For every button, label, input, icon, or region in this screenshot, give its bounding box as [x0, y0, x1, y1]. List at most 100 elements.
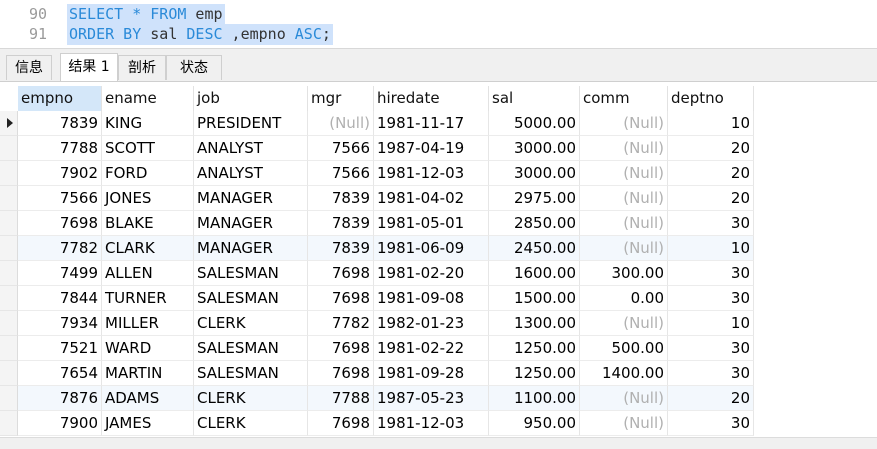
cell-mgr[interactable]: 7566	[308, 136, 374, 161]
cell-job[interactable]: SALESMAN	[194, 361, 308, 386]
cell-hiredate[interactable]: 1981-12-03	[374, 411, 489, 436]
cell-hiredate[interactable]: 1981-02-22	[374, 336, 489, 361]
cell-deptno[interactable]: 30	[668, 211, 754, 236]
cell-job[interactable]: ANALYST	[194, 161, 308, 186]
cell-comm[interactable]: (Null)	[580, 411, 668, 436]
cell-job[interactable]: SALESMAN	[194, 336, 308, 361]
cell-sal[interactable]: 2450.00	[489, 236, 580, 261]
cell-comm[interactable]: (Null)	[580, 311, 668, 336]
cell-empno[interactable]: 7844	[18, 286, 102, 311]
cell-hiredate[interactable]: 1987-04-19	[374, 136, 489, 161]
row-marker[interactable]	[0, 386, 18, 411]
column-header-job[interactable]: job	[194, 86, 308, 111]
cell-hiredate[interactable]: 1981-09-08	[374, 286, 489, 311]
cell-deptno[interactable]: 20	[668, 186, 754, 211]
column-header-comm[interactable]: comm	[580, 86, 668, 111]
cell-ename[interactable]: TURNER	[102, 286, 194, 311]
cell-deptno[interactable]: 20	[668, 136, 754, 161]
cell-sal[interactable]: 3000.00	[489, 136, 580, 161]
cell-deptno[interactable]: 20	[668, 161, 754, 186]
cell-empno[interactable]: 7902	[18, 161, 102, 186]
code-line-91[interactable]: 91 ORDER BY sal DESC ,empno ASC;	[0, 24, 333, 45]
cell-ename[interactable]: MILLER	[102, 311, 194, 336]
cell-deptno[interactable]: 30	[668, 336, 754, 361]
cell-deptno[interactable]: 30	[668, 361, 754, 386]
cell-deptno[interactable]: 10	[668, 311, 754, 336]
cell-hiredate[interactable]: 1981-04-02	[374, 186, 489, 211]
cell-mgr[interactable]: 7698	[308, 261, 374, 286]
cell-hiredate[interactable]: 1981-06-09	[374, 236, 489, 261]
cell-ename[interactable]: CLARK	[102, 236, 194, 261]
column-header-mgr[interactable]: mgr	[308, 86, 374, 111]
cell-mgr[interactable]: 7698	[308, 336, 374, 361]
cell-empno[interactable]: 7934	[18, 311, 102, 336]
cell-empno[interactable]: 7654	[18, 361, 102, 386]
table-row[interactable]: 7876 ADAMS CLERK 7788 1987-05-23 1100.00 (Null…	[0, 386, 877, 411]
tab-result-1[interactable]: 结果 1	[60, 53, 118, 81]
table-row[interactable]: 7844 TURNER SALESMAN 7698 1981-09-08 1500.00 0…	[0, 286, 877, 311]
cell-deptno[interactable]: 30	[668, 286, 754, 311]
cell-sal[interactable]: 1250.00	[489, 361, 580, 386]
cell-deptno[interactable]: 30	[668, 411, 754, 436]
cell-hiredate[interactable]: 1987-05-23	[374, 386, 489, 411]
row-marker[interactable]	[0, 236, 18, 261]
table-row[interactable]: 7566 JONES MANAGER 7839 1981-04-02 2975.00 (Nu…	[0, 186, 877, 211]
cell-ename[interactable]: MARTIN	[102, 361, 194, 386]
cell-ename[interactable]: FORD	[102, 161, 194, 186]
tab-profile[interactable]: 剖析	[118, 55, 166, 80]
cell-sal[interactable]: 1300.00	[489, 311, 580, 336]
cell-sal[interactable]: 3000.00	[489, 161, 580, 186]
cell-ename[interactable]: ADAMS	[102, 386, 194, 411]
sql-editor[interactable]: 90 SELECT * FROM emp 91 ORDER BY sal DESC …	[0, 0, 877, 48]
row-marker[interactable]	[0, 186, 18, 211]
cell-sal[interactable]: 950.00	[489, 411, 580, 436]
cell-ename[interactable]: SCOTT	[102, 136, 194, 161]
cell-sal[interactable]: 1600.00	[489, 261, 580, 286]
row-marker[interactable]	[0, 211, 18, 236]
cell-ename[interactable]: KING	[102, 111, 194, 136]
cell-empno[interactable]: 7521	[18, 336, 102, 361]
table-row[interactable]: 7839 KING PRESIDENT (Null) 1981-11-17 5000.00…	[0, 111, 877, 136]
table-row[interactable]: 7782 CLARK MANAGER 7839 1981-06-09 2450.00 (Nu…	[0, 236, 877, 261]
row-marker[interactable]	[0, 261, 18, 286]
cell-job[interactable]: CLERK	[194, 311, 308, 336]
cell-job[interactable]: SALESMAN	[194, 286, 308, 311]
column-header-ename[interactable]: ename	[102, 86, 194, 111]
row-marker[interactable]	[0, 161, 18, 186]
cell-comm[interactable]: (Null)	[580, 211, 668, 236]
cell-mgr[interactable]: 7788	[308, 386, 374, 411]
cell-ename[interactable]: WARD	[102, 336, 194, 361]
cell-job[interactable]: MANAGER	[194, 236, 308, 261]
cell-comm[interactable]: 500.00	[580, 336, 668, 361]
table-row[interactable]: 7934 MILLER CLERK 7782 1982-01-23 1300.00 (Nul…	[0, 311, 877, 336]
cell-empno[interactable]: 7782	[18, 236, 102, 261]
row-marker[interactable]	[0, 111, 18, 136]
cell-comm[interactable]: (Null)	[580, 236, 668, 261]
tab-info[interactable]: 信息	[6, 55, 52, 80]
cell-comm[interactable]: (Null)	[580, 161, 668, 186]
cell-sal[interactable]: 2975.00	[489, 186, 580, 211]
row-marker[interactable]	[0, 286, 18, 311]
cell-mgr[interactable]: 7782	[308, 311, 374, 336]
tab-status[interactable]: 状态	[166, 55, 222, 80]
cell-comm[interactable]: (Null)	[580, 186, 668, 211]
cell-job[interactable]: CLERK	[194, 386, 308, 411]
cell-empno[interactable]: 7839	[18, 111, 102, 136]
cell-mgr[interactable]: (Null)	[308, 111, 374, 136]
cell-hiredate[interactable]: 1981-12-03	[374, 161, 489, 186]
cell-ename[interactable]: ALLEN	[102, 261, 194, 286]
cell-comm[interactable]: (Null)	[580, 386, 668, 411]
cell-comm[interactable]: (Null)	[580, 136, 668, 161]
horizontal-scrollbar[interactable]	[0, 437, 877, 449]
column-header-empno[interactable]: empno	[18, 86, 102, 111]
cell-empno[interactable]: 7788	[18, 136, 102, 161]
table-row[interactable]: 7900 JAMES CLERK 7698 1981-12-03 950.00 (Null)…	[0, 411, 877, 436]
row-marker[interactable]	[0, 311, 18, 336]
cell-deptno[interactable]: 30	[668, 261, 754, 286]
cell-comm[interactable]: 300.00	[580, 261, 668, 286]
table-row[interactable]: 7499 ALLEN SALESMAN 7698 1981-02-20 1600.00 30…	[0, 261, 877, 286]
cell-sal[interactable]: 1100.00	[489, 386, 580, 411]
column-header-hiredate[interactable]: hiredate	[374, 86, 489, 111]
table-row[interactable]: 7788 SCOTT ANALYST 7566 1987-04-19 3000.00 (Nu…	[0, 136, 877, 161]
row-marker[interactable]	[0, 336, 18, 361]
